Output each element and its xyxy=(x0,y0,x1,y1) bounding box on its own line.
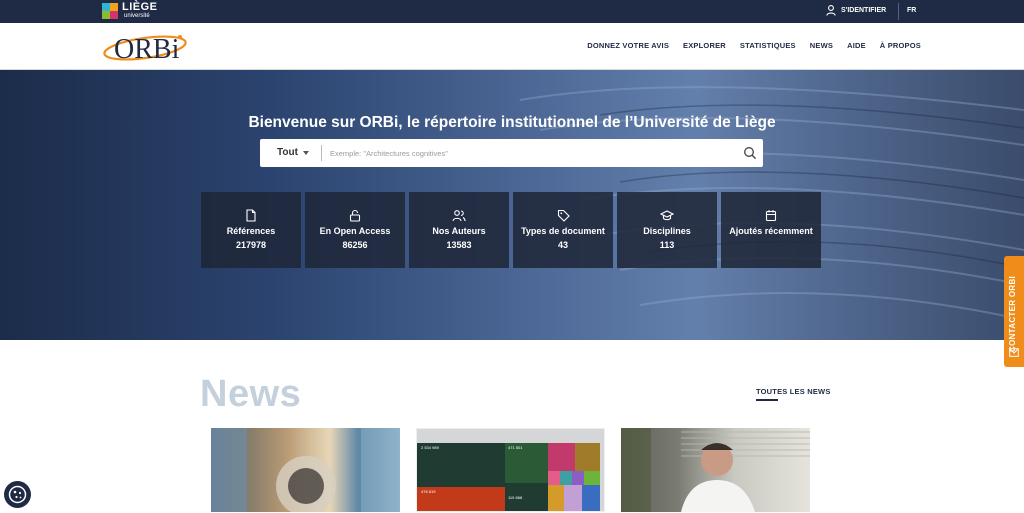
graduation-cap-icon xyxy=(660,210,674,221)
stat-label: Nos Auteurs xyxy=(432,226,486,236)
stat-value: 217978 xyxy=(235,240,267,250)
stat-label: Disciplines xyxy=(643,226,691,236)
search-scope-value: Tout xyxy=(277,147,298,158)
nav-help[interactable]: AIDE xyxy=(847,41,866,50)
stat-open-access[interactable]: En Open Access 86256 xyxy=(305,192,405,268)
news-card[interactable] xyxy=(211,428,400,512)
uliege-logo-mark xyxy=(102,2,118,19)
lock-icon xyxy=(349,209,361,222)
stat-label: En Open Access xyxy=(319,226,391,236)
uliege-subtitle: université xyxy=(124,13,150,19)
stat-references[interactable]: Références 217978 xyxy=(201,192,301,268)
stats-tiles: Références 217978 En Open Access 86256 N… xyxy=(201,192,821,268)
stat-authors[interactable]: Nos Auteurs 13583 xyxy=(409,192,509,268)
treemap-label: 476 819 xyxy=(421,489,436,494)
document-icon xyxy=(246,209,256,222)
news-card-image: 2 534 989 471 501 476 819 119 868 xyxy=(417,443,600,511)
mail-icon xyxy=(1009,348,1019,357)
users-icon xyxy=(452,210,466,222)
uliege-logo[interactable]: LIÈGE université xyxy=(102,2,158,19)
search-divider xyxy=(321,145,322,161)
search-scope-dropdown[interactable]: Tout xyxy=(277,147,309,158)
stat-value: 86256 xyxy=(342,240,368,250)
login-label: S'IDENTIFIER xyxy=(841,7,887,14)
stat-value: 43 xyxy=(557,240,568,250)
search-bar: Tout xyxy=(260,139,763,167)
main-navigation: ORBi DONNEZ VOTRE AVIS EXPLORER STATISTI… xyxy=(0,23,1024,70)
stat-value: 13583 xyxy=(446,240,472,250)
treemap-label: 2 534 989 xyxy=(421,445,440,450)
contact-label: CONTACTER ORBI xyxy=(1008,275,1017,352)
news-card[interactable] xyxy=(621,428,810,512)
stat-disciplines[interactable]: Disciplines 113 xyxy=(617,192,717,268)
news-card[interactable]: 2 534 989 471 501 476 819 119 868 xyxy=(416,428,605,512)
stat-recently-added[interactable]: Ajoutés récemment xyxy=(721,192,821,268)
user-icon xyxy=(826,5,836,16)
tag-icon xyxy=(557,209,570,222)
stat-value: 113 xyxy=(659,240,675,250)
treemap-label: 471 501 xyxy=(508,445,523,450)
nav-news[interactable]: NEWS xyxy=(810,41,833,50)
topbar-divider xyxy=(898,3,899,20)
news-card-image xyxy=(621,428,810,512)
all-news-underline xyxy=(756,399,778,401)
language-switch[interactable]: FR xyxy=(907,7,916,14)
uliege-name: LIÈGE xyxy=(122,1,158,13)
search-input[interactable] xyxy=(330,143,730,163)
contact-orbi-tab[interactable]: CONTACTER ORBI xyxy=(1004,256,1024,367)
nav-statistics[interactable]: STATISTIQUES xyxy=(740,41,796,50)
nav-explorer[interactable]: EXPLORER xyxy=(683,41,726,50)
nav-links: DONNEZ VOTRE AVIS EXPLORER STATISTIQUES … xyxy=(587,41,921,50)
news-card-image xyxy=(211,428,400,512)
hero-title: Bienvenue sur ORBi, le répertoire instit… xyxy=(248,114,776,131)
nav-feedback[interactable]: DONNEZ VOTRE AVIS xyxy=(587,41,669,50)
calendar-icon xyxy=(765,210,777,222)
all-news-link[interactable]: TOUTES LES NEWS xyxy=(756,387,831,396)
news-heading: News xyxy=(200,373,302,415)
nav-about[interactable]: À PROPOS xyxy=(880,41,921,50)
cookie-icon xyxy=(8,485,27,504)
top-bar: LIÈGE université S'IDENTIFIER FR xyxy=(0,0,1024,23)
stat-label: Références xyxy=(226,226,276,236)
stat-label: Types de document xyxy=(521,226,605,236)
stat-document-types[interactable]: Types de document 43 xyxy=(513,192,613,268)
orbi-logo-text: ORBi xyxy=(114,34,180,65)
treemap-label: 119 868 xyxy=(508,495,523,500)
hero-banner: Bienvenue sur ORBi, le répertoire instit… xyxy=(0,70,1024,340)
search-icon[interactable] xyxy=(743,146,757,160)
cookie-settings-button[interactable] xyxy=(4,481,31,508)
login-button[interactable]: S'IDENTIFIER xyxy=(826,5,886,16)
stat-label: Ajoutés récemment xyxy=(729,226,813,236)
chevron-down-icon xyxy=(302,150,309,155)
orbi-logo[interactable]: ORBi xyxy=(102,29,188,65)
